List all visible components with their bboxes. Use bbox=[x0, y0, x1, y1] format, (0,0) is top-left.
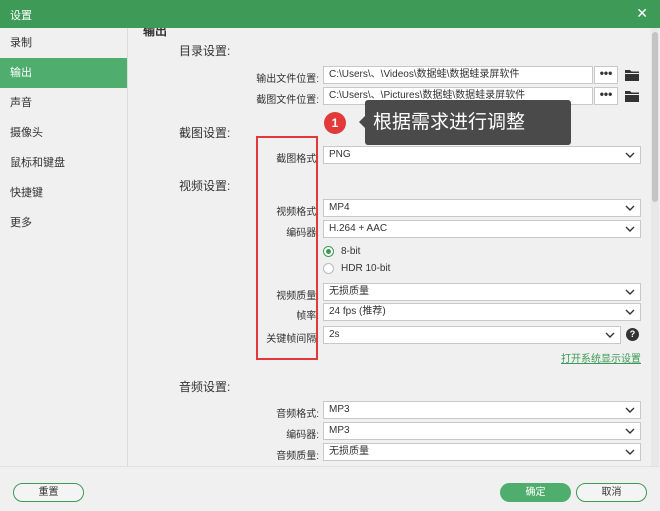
sidebar-item-hotkeys[interactable]: 快捷键 bbox=[0, 178, 127, 208]
highlight-box bbox=[256, 136, 318, 360]
video-format-value: MP4 bbox=[329, 202, 350, 213]
chevron-down-icon bbox=[625, 428, 635, 434]
audio-format-value: MP3 bbox=[329, 404, 350, 415]
cancel-button[interactable]: 取消 bbox=[576, 483, 647, 502]
section-heading-output: 输出 bbox=[143, 28, 168, 38]
chevron-down-icon bbox=[625, 309, 635, 315]
output-browse-button[interactable]: ••• bbox=[594, 66, 618, 84]
vertical-scrollbar[interactable] bbox=[651, 28, 659, 466]
settings-content: 输出 目录设置: 输出文件位置: C:\Users\、\Videos\数据蛙\数… bbox=[129, 28, 648, 466]
annotation-callout: 根据需求进行调整 bbox=[359, 100, 571, 145]
chevron-down-icon bbox=[625, 205, 635, 211]
video-encoder-value: H.264 + AAC bbox=[329, 223, 388, 234]
video-section-title: 视频设置: bbox=[179, 179, 231, 193]
output-location-field[interactable]: C:\Users\、\Videos\数据蛙\数据蛙录屏软件 bbox=[323, 66, 593, 84]
audio-quality-label: 音频质量: bbox=[276, 451, 319, 462]
sidebar-item-camera[interactable]: 摄像头 bbox=[0, 118, 127, 148]
audio-encoder-label: 编码器: bbox=[286, 430, 319, 441]
sidebar-item-output[interactable]: 输出 bbox=[0, 58, 127, 88]
step-number-badge: 1 bbox=[324, 112, 346, 134]
audio-format-select[interactable]: MP3 bbox=[323, 401, 641, 419]
video-format-select[interactable]: MP4 bbox=[323, 199, 641, 217]
video-quality-value: 无损质量 bbox=[329, 286, 369, 297]
frame-rate-value: 24 fps (推荐) bbox=[329, 306, 386, 317]
video-encoder-select[interactable]: H.264 + AAC bbox=[323, 220, 641, 238]
help-icon[interactable]: ? bbox=[626, 328, 639, 341]
dialog-footer: 重置 确定 取消 bbox=[0, 466, 660, 511]
sidebar-item-more[interactable]: 更多 bbox=[0, 208, 127, 238]
chevron-down-icon bbox=[625, 226, 635, 232]
sidebar-item-sound[interactable]: 声音 bbox=[0, 88, 127, 118]
sidebar: 录制 输出 声音 摄像头 鼠标和键盘 快捷键 更多 bbox=[0, 28, 128, 466]
title-bar: 设置 ✕ bbox=[0, 0, 660, 28]
screenshot-location-label: 截图文件位置: bbox=[256, 95, 319, 106]
bit-depth-hdr-radio[interactable] bbox=[323, 263, 334, 274]
audio-quality-select[interactable]: 无损质量 bbox=[323, 443, 641, 461]
window-title: 设置 bbox=[10, 10, 32, 22]
bit-depth-8bit-radio[interactable] bbox=[323, 246, 334, 257]
directory-section-title: 目录设置: bbox=[179, 44, 231, 58]
keyframe-interval-select[interactable]: 2s bbox=[323, 326, 621, 344]
audio-format-label: 音频格式: bbox=[276, 409, 319, 420]
output-location-label: 输出文件位置: bbox=[256, 74, 319, 85]
sidebar-item-mouse-keyboard[interactable]: 鼠标和键盘 bbox=[0, 148, 127, 178]
audio-encoder-select[interactable]: MP3 bbox=[323, 422, 641, 440]
chevron-down-icon bbox=[625, 289, 635, 295]
screenshot-format-value: PNG bbox=[329, 149, 351, 160]
screenshot-section-title: 截图设置: bbox=[179, 126, 231, 140]
chevron-down-icon bbox=[625, 449, 635, 455]
output-folder-icon[interactable] bbox=[625, 69, 639, 81]
audio-quality-value: 无损质量 bbox=[329, 446, 369, 457]
sidebar-item-record[interactable]: 录制 bbox=[0, 28, 127, 58]
ok-button[interactable]: 确定 bbox=[500, 483, 571, 502]
chevron-down-icon bbox=[625, 407, 635, 413]
chevron-down-icon bbox=[605, 332, 615, 338]
audio-section-title: 音频设置: bbox=[179, 380, 231, 394]
reset-button[interactable]: 重置 bbox=[13, 483, 84, 502]
bit-depth-8bit-label: 8-bit bbox=[341, 246, 361, 257]
video-quality-select[interactable]: 无损质量 bbox=[323, 283, 641, 301]
screenshot-format-select[interactable]: PNG bbox=[323, 146, 641, 164]
open-display-settings-link[interactable]: 打开系统显示设置 bbox=[561, 350, 641, 365]
frame-rate-select[interactable]: 24 fps (推荐) bbox=[323, 303, 641, 321]
screenshot-browse-button[interactable]: ••• bbox=[594, 87, 618, 105]
screenshot-folder-icon[interactable] bbox=[625, 90, 639, 102]
bit-depth-hdr-label: HDR 10-bit bbox=[341, 263, 391, 274]
audio-encoder-value: MP3 bbox=[329, 425, 350, 436]
chevron-down-icon bbox=[625, 152, 635, 158]
keyframe-interval-value: 2s bbox=[329, 329, 340, 340]
close-icon[interactable]: ✕ bbox=[636, 5, 648, 22]
scrollbar-thumb[interactable] bbox=[652, 32, 658, 202]
